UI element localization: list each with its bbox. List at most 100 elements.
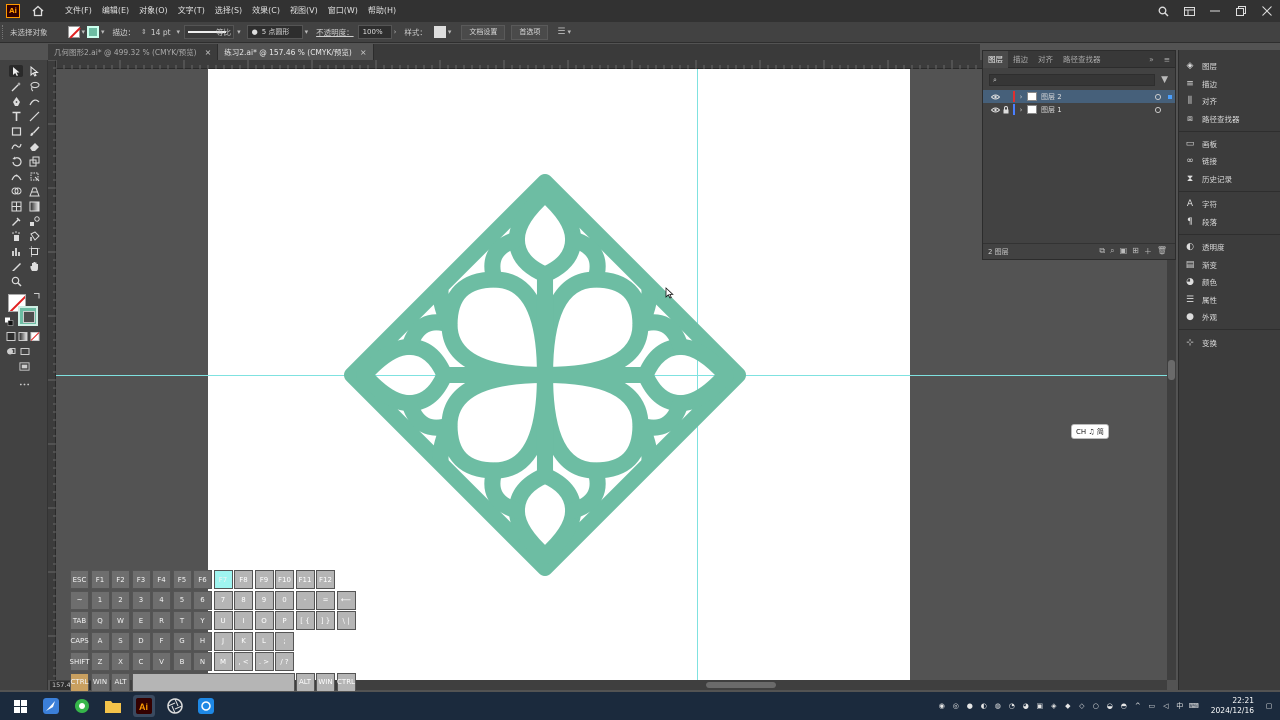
brush-definition[interactable]: ● 5 点圆形 — [246, 25, 303, 39]
illustrator-taskbar-icon[interactable]: Ai — [133, 695, 155, 717]
chevron-down-icon[interactable]: ▾ — [448, 28, 452, 36]
key[interactable]: CAPS — [70, 631, 89, 651]
scale-tool-icon[interactable] — [27, 155, 41, 167]
none-mode-icon[interactable] — [30, 331, 40, 341]
width-tool-icon[interactable] — [9, 170, 23, 182]
symbol-sprayer-tool-icon[interactable] — [9, 230, 23, 242]
tray-app-icon[interactable]: ◈ — [1049, 701, 1059, 711]
color-mode-icon[interactable] — [6, 331, 16, 341]
stepper-icon[interactable]: ⇕ — [141, 28, 147, 36]
keyboard-icon[interactable]: ⌨ — [1189, 701, 1199, 711]
tray-app-icon[interactable]: ▣ — [1035, 701, 1045, 711]
stroke-label[interactable]: 描边： — [113, 27, 136, 38]
menu-help[interactable]: 帮助(H) — [363, 0, 401, 22]
drop-right[interactable] — [637, 338, 734, 412]
key[interactable]: / ? — [275, 652, 294, 671]
tray-app-icon[interactable]: ◒ — [1105, 701, 1115, 711]
inner-cross[interactable] — [436, 266, 654, 484]
drop-bottom[interactable] — [508, 467, 582, 564]
dock-history[interactable]: ⧗ 历史记录 — [1183, 171, 1232, 187]
chevron-down-icon[interactable]: ▾ — [177, 28, 181, 36]
visibility-eye-icon[interactable] — [989, 107, 1001, 113]
tray-app-icon[interactable]: ◓ — [1119, 701, 1129, 711]
key[interactable]: ALT — [111, 672, 130, 692]
app-screen-recorder-icon[interactable] — [195, 695, 217, 717]
key[interactable]: ALT — [295, 672, 315, 692]
paintbrush-tool-icon[interactable] — [27, 125, 41, 137]
key[interactable]: 8 — [234, 590, 253, 610]
key[interactable]: \ | — [336, 611, 356, 630]
dock-color[interactable]: ◕ 颜色 — [1183, 274, 1217, 290]
key[interactable]: A — [90, 631, 110, 651]
hand-tool-icon[interactable] — [27, 260, 41, 272]
key[interactable]: L — [254, 631, 274, 651]
tray-app-icon[interactable]: ◆ — [1063, 701, 1073, 711]
curvature-tool-icon[interactable] — [27, 95, 41, 107]
menu-edit[interactable]: 编辑(E) — [97, 0, 134, 22]
key[interactable]: CTRL — [336, 672, 356, 692]
key[interactable]: 0 — [275, 590, 294, 610]
key[interactable]: F9 — [254, 570, 274, 589]
eyedropper-tool-icon[interactable] — [9, 215, 23, 227]
column-graph-tool-icon[interactable] — [9, 245, 23, 257]
home-icon[interactable] — [30, 3, 46, 19]
key[interactable]: ] } — [316, 611, 335, 630]
vertical-ruler[interactable] — [48, 59, 56, 680]
petal-bottom-right[interactable] — [536, 366, 649, 479]
chevron-down-icon[interactable]: ▾ — [305, 28, 309, 36]
key[interactable]: M — [213, 652, 233, 671]
dock-paragraph[interactable]: ¶ 段落 — [1183, 214, 1217, 230]
tray-app-icon[interactable]: ◎ — [951, 701, 961, 711]
visibility-eye-icon[interactable] — [989, 94, 1001, 100]
default-colors-icon[interactable] — [4, 316, 14, 326]
stroke-swatch[interactable] — [87, 26, 100, 38]
key[interactable]: ; — [275, 631, 294, 651]
key[interactable]: X — [111, 652, 130, 671]
artboard-tool-icon[interactable] — [27, 245, 41, 257]
tab-pathfinder[interactable]: 路径查找器 — [1058, 51, 1106, 68]
key[interactable]: WIN — [90, 672, 110, 692]
key[interactable]: CTRL — [70, 672, 89, 692]
arrange-icon[interactable]: ☰ — [557, 27, 565, 37]
close-icon[interactable] — [1254, 0, 1280, 22]
ime-mode[interactable]: 中 — [1175, 701, 1185, 711]
chevron-down-icon[interactable]: ▾ — [82, 28, 86, 36]
key[interactable]: J — [213, 631, 233, 651]
show-hidden-icons-icon[interactable]: ^ — [1133, 701, 1143, 711]
opacity-label[interactable]: 不透明度： — [316, 27, 354, 38]
dock-pathfinder[interactable]: ⧈ 路径查找器 — [1183, 111, 1239, 127]
tab-layers[interactable]: 图层 — [983, 50, 1008, 68]
layer-name[interactable]: 图层 1 — [1041, 105, 1062, 115]
magic-wand-tool-icon[interactable] — [9, 80, 23, 92]
notification-icon[interactable]: ▢ — [1264, 701, 1274, 711]
workspace-icon[interactable] — [1176, 0, 1202, 22]
dock-properties[interactable]: ☰ 属性 — [1183, 292, 1217, 308]
key[interactable]: F11 — [295, 570, 315, 589]
app-feather-icon[interactable] — [40, 695, 62, 717]
key[interactable]: D — [131, 631, 151, 651]
screen-mode-icon[interactable] — [17, 361, 31, 371]
key[interactable]: 5 — [172, 590, 192, 610]
menu-effect[interactable]: 效果(C) — [247, 0, 285, 22]
shaper-tool-icon[interactable] — [9, 140, 23, 152]
dock-transparency[interactable]: ◐ 透明度 — [1183, 239, 1224, 255]
locate-object-icon[interactable]: ⌕ — [1110, 246, 1114, 257]
expand-arrow-icon[interactable]: › — [1015, 106, 1027, 114]
key[interactable]: F6 — [193, 570, 212, 589]
chevron-down-icon[interactable]: ▾ — [568, 28, 572, 36]
target-circle-icon[interactable] — [1155, 106, 1161, 113]
key[interactable]: ~ — [70, 590, 89, 610]
key[interactable]: K — [234, 631, 253, 651]
layer-name[interactable]: 图层 2 — [1041, 92, 1062, 102]
new-layer-icon[interactable]: ＋ — [1144, 246, 1152, 257]
panel-menu-icon[interactable]: ≡ — [1159, 51, 1175, 68]
blend-tool-icon[interactable] — [27, 215, 41, 227]
selection-tool-icon[interactable] — [9, 65, 23, 77]
line-segment-tool-icon[interactable] — [27, 110, 41, 122]
key[interactable]: F10 — [275, 570, 294, 589]
volume-icon[interactable]: ◁ — [1161, 701, 1171, 711]
clock[interactable]: 22:21 2024/12/16 — [1211, 696, 1254, 716]
search-icon[interactable] — [1150, 0, 1176, 22]
key[interactable]: S — [111, 631, 130, 651]
clipping-mask-icon[interactable]: ▣ — [1120, 246, 1128, 257]
